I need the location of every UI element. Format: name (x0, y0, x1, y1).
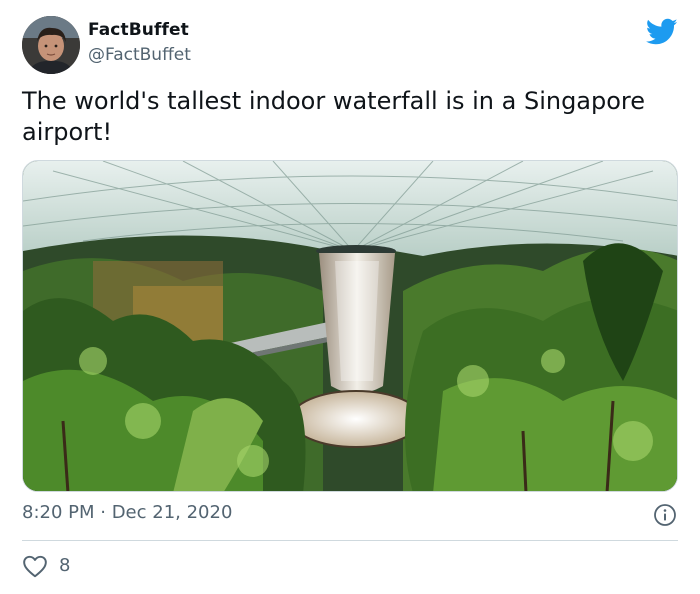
tweet-card: FactBuffet @FactBuffet The world's talle… (0, 0, 700, 594)
twitter-bird-icon[interactable] (646, 18, 678, 46)
like-count: 8 (59, 555, 71, 576)
user-handle[interactable]: @FactBuffet (88, 45, 191, 65)
divider (22, 540, 678, 541)
tweet-text: The world's tallest indoor waterfall is … (22, 87, 646, 146)
info-icon[interactable] (653, 503, 677, 527)
display-name[interactable]: FactBuffet (88, 20, 189, 40)
avatar-image (22, 16, 80, 74)
avatar[interactable] (22, 16, 80, 74)
tweet-timestamp[interactable]: 8:20 PM · Dec 21, 2020 (22, 502, 232, 523)
heart-icon[interactable] (22, 554, 48, 578)
tweet-photo[interactable] (22, 160, 678, 492)
waterfall-photo (23, 161, 677, 491)
